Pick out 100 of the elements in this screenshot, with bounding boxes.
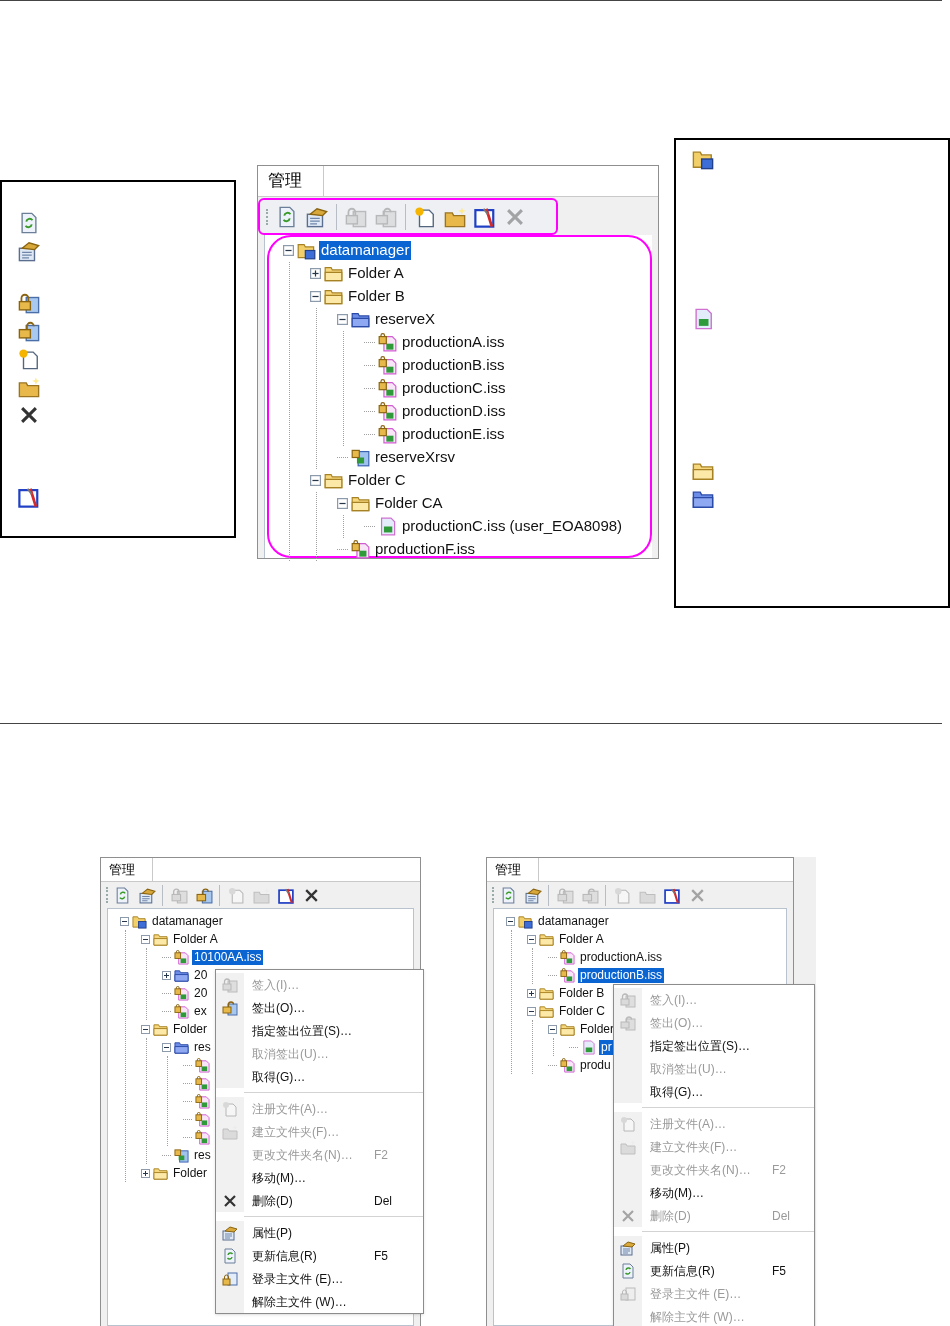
refresh-icon <box>620 1262 636 1279</box>
tree-item[interactable]: datamanager <box>536 913 611 929</box>
locked-document-icon <box>560 949 575 965</box>
menu-item[interactable]: 指定签出位置(S)… <box>614 1034 814 1057</box>
tree-item[interactable]: productionB.iss <box>400 356 507 375</box>
tree-item[interactable]: Folder <box>578 1021 616 1037</box>
tree-item[interactable]: Folder A <box>171 931 220 947</box>
window-wrench-icon <box>18 486 40 508</box>
tree-item[interactable]: productionE.iss <box>400 425 507 444</box>
tree-item[interactable]: productionB.iss <box>578 967 665 983</box>
locked-document-icon <box>195 1129 210 1145</box>
menu-item[interactable]: 指定签出位置(S)… <box>216 1019 423 1042</box>
locked-document-icon <box>560 1057 575 1073</box>
tree-item[interactable]: productionA.iss <box>400 333 507 352</box>
closed-lock-icon <box>557 886 574 904</box>
menu-item[interactable]: 解除主文件 (W)… <box>216 1290 423 1313</box>
menu-item[interactable]: 更新信息(R) F5 <box>216 1244 423 1267</box>
tree-item[interactable]: reserveX <box>373 310 438 329</box>
folder-icon <box>324 471 343 490</box>
document-icon <box>692 308 714 330</box>
open-lock-icon <box>196 886 213 904</box>
collapse-toggle[interactable] <box>527 1006 536 1016</box>
tree-item[interactable]: productionA.iss <box>578 949 665 965</box>
new-file-icon <box>614 886 631 904</box>
tree-item[interactable]: ex <box>192 1003 209 1019</box>
locked-document-icon <box>195 1075 210 1091</box>
locked-document-icon <box>174 949 189 965</box>
tree-item[interactable]: res <box>192 1147 213 1163</box>
tree-item[interactable]: Folder B <box>346 287 407 306</box>
collapse-toggle[interactable] <box>337 314 348 325</box>
folder-icon <box>539 985 554 1001</box>
tree-item[interactable]: datamanager <box>319 241 412 260</box>
collapse-toggle[interactable] <box>283 245 294 256</box>
menu-item[interactable]: 属性(P) <box>216 1221 423 1244</box>
new-file-icon <box>414 205 436 228</box>
tree-item[interactable]: produ <box>578 1057 613 1073</box>
menu-item[interactable]: 属性(P) <box>614 1236 814 1259</box>
expand-toggle[interactable] <box>162 970 171 980</box>
collapse-toggle[interactable] <box>548 1024 557 1034</box>
new-folder-icon <box>444 205 466 228</box>
closed-lock-icon <box>345 205 367 228</box>
hand-document-icon <box>620 1239 636 1256</box>
collapse-toggle[interactable] <box>506 916 515 926</box>
refresh-icon <box>276 205 298 228</box>
menu-item[interactable]: 签出(O)… <box>216 996 423 1019</box>
locked-stack-icon <box>351 448 370 467</box>
tree-item[interactable]: 10100AA.iss <box>192 949 264 965</box>
open-lock-icon <box>18 320 40 342</box>
expand-toggle[interactable] <box>527 988 536 998</box>
tree-item[interactable]: reserveXrsv <box>373 448 458 467</box>
collapse-toggle[interactable] <box>310 291 321 302</box>
expand-toggle[interactable] <box>141 1168 150 1178</box>
tree-item[interactable]: Folder <box>171 1021 209 1037</box>
collapse-toggle[interactable] <box>527 934 536 944</box>
document-icon <box>378 517 397 536</box>
collapse-toggle[interactable] <box>310 475 321 486</box>
folder-icon <box>324 287 343 306</box>
tree-item[interactable]: Folder <box>171 1165 209 1181</box>
collapse-toggle[interactable] <box>120 916 129 926</box>
refresh-icon <box>114 886 131 904</box>
tree-item[interactable]: Folder C <box>557 1003 607 1019</box>
tree-item[interactable]: Folder C <box>346 471 408 490</box>
folder-icon <box>174 1039 189 1055</box>
folder-icon <box>560 1021 575 1037</box>
menu-item[interactable]: 取得(G)… <box>216 1065 423 1088</box>
folder-icon <box>153 1021 168 1037</box>
closed-lock-icon <box>171 886 188 904</box>
menu-item[interactable]: 登录主文件 (E)… <box>216 1267 423 1290</box>
window-wrench-icon <box>474 205 496 228</box>
tree-item[interactable]: 20 <box>192 967 210 983</box>
tree-item[interactable]: productionD.iss <box>400 402 508 421</box>
expand-toggle[interactable] <box>310 268 321 279</box>
tree-item[interactable]: Folder A <box>557 931 606 947</box>
open-lock-icon <box>620 1014 636 1031</box>
tree-item[interactable]: Folder CA <box>373 494 445 513</box>
tree-item[interactable]: Folder B <box>557 985 607 1001</box>
tree-item[interactable]: Folder A <box>346 264 406 283</box>
collapse-toggle[interactable] <box>141 934 150 944</box>
tree-item[interactable]: pr <box>599 1039 614 1055</box>
locked-document-icon <box>195 1057 210 1073</box>
tree-item[interactable]: datamanager <box>150 913 225 929</box>
locked-document-icon <box>195 1111 210 1127</box>
tree-item[interactable]: productionC.iss (user_EOA8098) <box>400 517 625 536</box>
tree-item[interactable]: productionF.iss <box>373 540 478 559</box>
menu-item[interactable]: 删除(D) Del <box>216 1189 423 1212</box>
folder-icon <box>153 931 168 947</box>
collapse-toggle[interactable] <box>162 1042 171 1052</box>
tree-item[interactable]: res <box>192 1039 213 1055</box>
menu-item[interactable]: 移动(M)… <box>614 1181 814 1204</box>
new-file-icon <box>18 348 40 370</box>
collapse-toggle[interactable] <box>337 498 348 509</box>
database-folder-icon <box>132 913 147 929</box>
tree-item[interactable]: 20 <box>192 985 210 1001</box>
menu-item[interactable]: 取得(G)… <box>614 1080 814 1103</box>
locked-document-icon <box>378 333 397 352</box>
menu-item[interactable]: 更新信息(R) F5 <box>614 1259 814 1282</box>
tree-item[interactable]: productionC.iss <box>400 379 508 398</box>
collapse-toggle[interactable] <box>141 1024 150 1034</box>
menu-item[interactable]: 移动(M)… <box>216 1166 423 1189</box>
folder-icon <box>324 264 343 283</box>
